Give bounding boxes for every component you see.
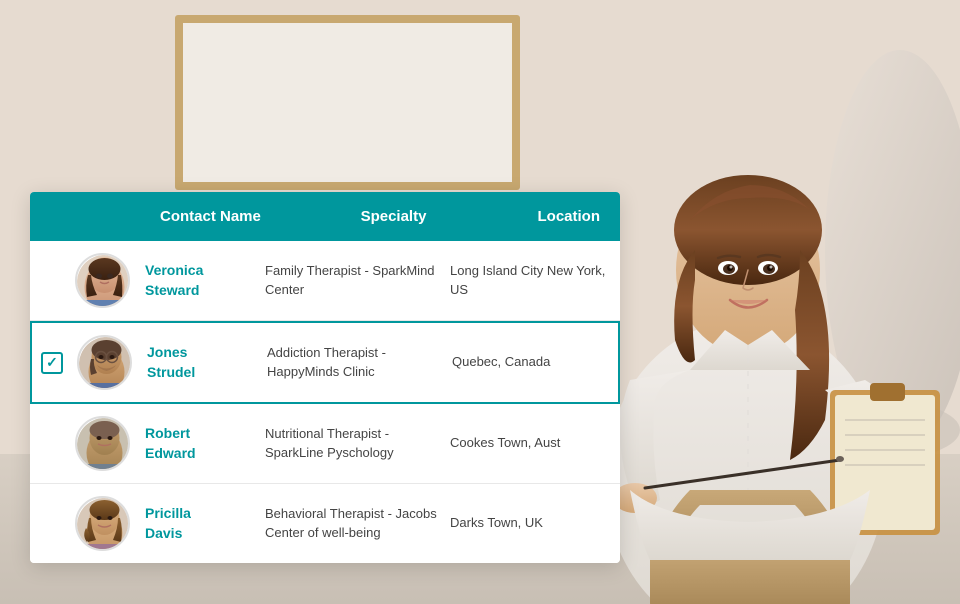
frame-outer [175,15,520,190]
header-contact-name: Contact Name [140,192,341,241]
specialty-pricilla: Behavioral Therapist - Jacobs Center of … [265,505,450,541]
location-pricilla: Darks Town, UK [450,514,620,532]
row-info-pricilla: Pricilla Davis Behavioral Therapist - Ja… [145,504,620,543]
contact-name-veronica: Veronica Steward [145,261,265,300]
header-specialty: Specialty [341,192,518,241]
contact-name-pricilla: Pricilla Davis [145,504,265,543]
frame-inner [183,23,512,182]
avatar-robert [75,416,130,471]
location-veronica: Long Island City New York, US [450,262,620,298]
table-header: Contact Name Specialty Location [30,192,620,241]
contact-name-robert: Robert Edward [145,424,265,463]
row-checkbox-jones[interactable]: ✓ [32,352,72,374]
decorative-frame [175,15,520,190]
location-robert: Cookes Town, Aust [450,434,620,452]
avatar-jones [77,335,132,390]
specialty-veronica: Family Therapist - SparkMind Center [265,262,450,298]
row-info-robert: Robert Edward Nutritional Therapist - Sp… [145,424,620,463]
contacts-table: Contact Name Specialty Location [30,192,620,563]
contact-name-jones: Jones Strudel [147,343,267,382]
row-info-jones: Jones Strudel Addiction Therapist - Happ… [147,343,618,382]
header-location: Location [518,192,621,241]
table-row-selected[interactable]: ✓ [30,321,620,404]
row-info-veronica: Veronica Steward Family Therapist - Spar… [145,261,620,300]
location-jones: Quebec, Canada [452,353,618,371]
table-row[interactable]: Veronica Steward Family Therapist - Spar… [30,241,620,321]
avatar-pricilla [75,496,130,551]
avatar-veronica [75,253,130,308]
checkbox-checked[interactable]: ✓ [41,352,63,374]
checkmark-icon: ✓ [46,354,58,371]
table-row[interactable]: Robert Edward Nutritional Therapist - Sp… [30,404,620,484]
specialty-robert: Nutritional Therapist - SparkLine Pyscho… [265,425,450,461]
specialty-jones: Addiction Therapist - HappyMinds Clinic [267,344,452,380]
table-row[interactable]: Pricilla Davis Behavioral Therapist - Ja… [30,484,620,563]
